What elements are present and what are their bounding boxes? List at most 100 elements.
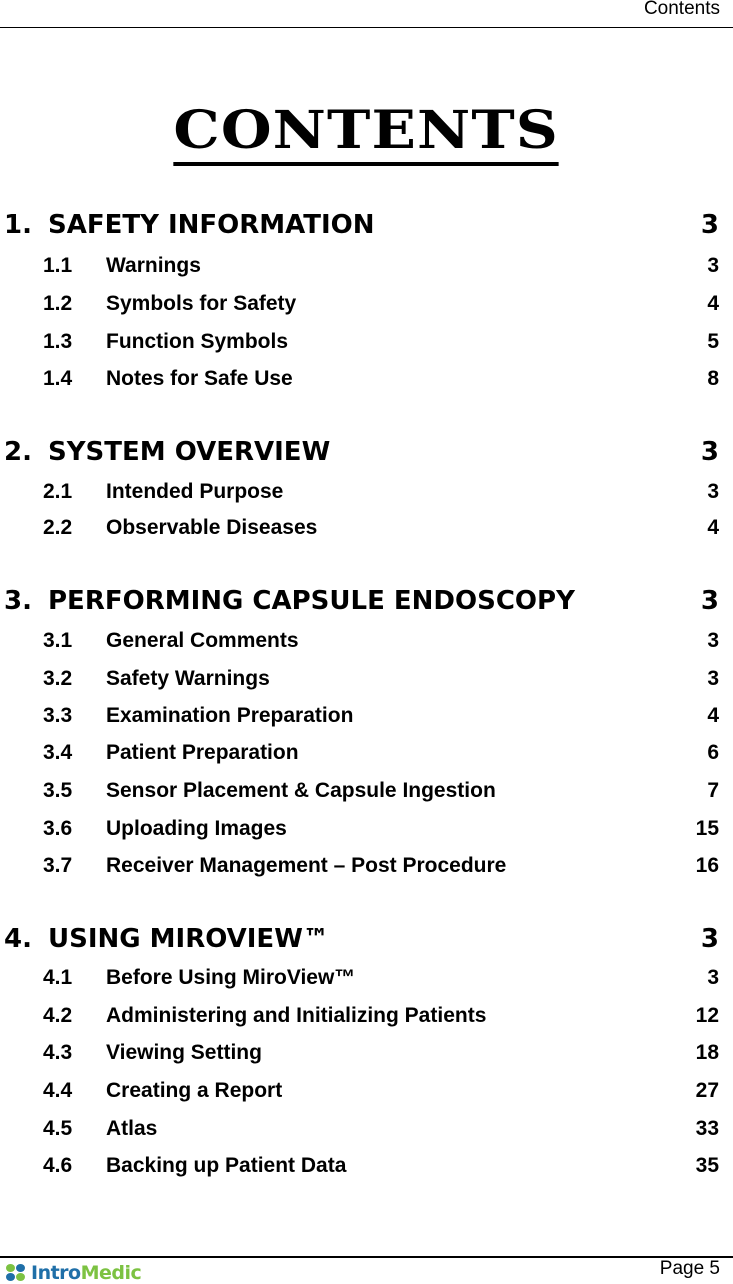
toc-entry[interactable]: 1.2 Symbols for Safety 4 bbox=[43, 292, 719, 318]
toc-section[interactable]: 4. USING MIROVIEW™ 3 bbox=[4, 924, 719, 956]
entry-page: 16 bbox=[695, 854, 719, 877]
intromedic-logo: Intro Medic bbox=[6, 1262, 142, 1284]
entry-number: 3.2 bbox=[43, 667, 73, 690]
section-page: 3 bbox=[700, 210, 719, 240]
entry-page: 3 bbox=[707, 254, 719, 277]
entry-number: 3.4 bbox=[43, 741, 73, 764]
entry-title: Uploading Images bbox=[106, 817, 287, 840]
entry-number: 3.1 bbox=[43, 629, 73, 652]
entry-number: 1.4 bbox=[43, 367, 73, 390]
page-title: CONTENTS bbox=[0, 100, 733, 166]
section-number: 4. bbox=[4, 924, 32, 954]
entry-page: 3 bbox=[707, 629, 719, 652]
clover-logo-icon bbox=[6, 1264, 28, 1282]
entry-page: 33 bbox=[695, 1117, 719, 1140]
entry-page: 27 bbox=[695, 1079, 719, 1102]
entry-title: General Comments bbox=[106, 629, 299, 652]
running-header-title: Contents bbox=[643, 0, 720, 19]
entry-page: 4 bbox=[707, 516, 719, 539]
logo-text-medic: Medic bbox=[80, 1262, 142, 1284]
entry-page: 3 bbox=[707, 667, 719, 690]
section-number: 3. bbox=[4, 586, 32, 616]
entry-number: 3.6 bbox=[43, 817, 73, 840]
entry-number: 1.2 bbox=[43, 292, 73, 315]
section-title: USING MIROVIEW™ bbox=[48, 924, 329, 954]
entry-number: 3.5 bbox=[43, 779, 73, 802]
entry-number: 3.7 bbox=[43, 854, 73, 877]
entry-title: Warnings bbox=[106, 254, 201, 277]
entry-page: 4 bbox=[707, 292, 719, 315]
page-title-text: CONTENTS bbox=[173, 100, 560, 166]
entry-page: 35 bbox=[695, 1154, 719, 1177]
section-number: 2. bbox=[4, 437, 32, 467]
entry-title: Sensor Placement & Capsule Ingestion bbox=[106, 779, 496, 802]
entry-page: 8 bbox=[707, 367, 719, 390]
logo-text-intro: Intro bbox=[31, 1262, 81, 1284]
toc-entry[interactable]: 3.6 Uploading Images 15 bbox=[43, 817, 719, 843]
toc-entry[interactable]: 4.1 Before Using MiroView™ 3 bbox=[43, 966, 719, 992]
footer-divider bbox=[0, 1256, 733, 1258]
entry-title: Safety Warnings bbox=[106, 667, 270, 690]
toc-entry[interactable]: 1.4 Notes for Safe Use 8 bbox=[43, 367, 719, 393]
entry-title: Examination Preparation bbox=[106, 704, 354, 727]
toc-entry[interactable]: 4.5 Atlas 33 bbox=[43, 1117, 719, 1143]
entry-number: 4.1 bbox=[43, 966, 73, 989]
toc-section[interactable]: 2. SYSTEM OVERVIEW 3 bbox=[4, 437, 719, 469]
page-number: Page 5 bbox=[659, 1258, 720, 1279]
section-title: PERFORMING CAPSULE ENDOSCOPY bbox=[48, 586, 575, 616]
entry-title: Viewing Setting bbox=[106, 1041, 262, 1064]
entry-number: 4.4 bbox=[43, 1079, 73, 1102]
entry-page: 12 bbox=[695, 1004, 719, 1027]
entry-title: Before Using MiroView™ bbox=[106, 966, 356, 989]
section-page: 3 bbox=[700, 437, 719, 467]
entry-page: 3 bbox=[707, 966, 719, 989]
entry-title: Notes for Safe Use bbox=[106, 367, 293, 390]
entry-title: Patient Preparation bbox=[106, 741, 299, 764]
entry-number: 1.3 bbox=[43, 330, 73, 353]
section-title: SYSTEM OVERVIEW bbox=[48, 437, 331, 467]
toc-entry[interactable]: 1.1 Warnings 3 bbox=[43, 254, 719, 280]
entry-number: 3.3 bbox=[43, 704, 73, 727]
entry-number: 4.6 bbox=[43, 1154, 73, 1177]
toc-entry[interactable]: 2.1 Intended Purpose 3 bbox=[43, 480, 719, 506]
entry-number: 4.5 bbox=[43, 1117, 73, 1140]
entry-page: 4 bbox=[707, 704, 719, 727]
section-number: 1. bbox=[4, 210, 32, 240]
toc-section[interactable]: 3. PERFORMING CAPSULE ENDOSCOPY 3 bbox=[4, 586, 719, 618]
entry-page: 18 bbox=[695, 1041, 719, 1064]
section-page: 3 bbox=[700, 924, 719, 954]
entry-title: Observable Diseases bbox=[106, 516, 318, 539]
entry-title: Creating a Report bbox=[106, 1079, 283, 1102]
section-page: 3 bbox=[700, 586, 719, 616]
entry-title: Atlas bbox=[106, 1117, 158, 1140]
entry-title: Administering and Initializing Patients bbox=[106, 1004, 487, 1027]
header-divider bbox=[0, 27, 733, 28]
toc-entry[interactable]: 4.4 Creating a Report 27 bbox=[43, 1079, 719, 1105]
toc-entry[interactable]: 2.2 Observable Diseases 4 bbox=[43, 516, 719, 542]
toc-entry[interactable]: 3.7 Receiver Management – Post Procedure… bbox=[43, 854, 719, 880]
toc-entry[interactable]: 4.2 Administering and Initializing Patie… bbox=[43, 1004, 719, 1030]
entry-number: 1.1 bbox=[43, 254, 73, 277]
toc-entry[interactable]: 3.2 Safety Warnings 3 bbox=[43, 667, 719, 693]
entry-number: 4.3 bbox=[43, 1041, 73, 1064]
entry-number: 4.2 bbox=[43, 1004, 73, 1027]
entry-page: 5 bbox=[707, 330, 719, 353]
toc-entry[interactable]: 4.6 Backing up Patient Data 35 bbox=[43, 1154, 719, 1180]
entry-title: Receiver Management – Post Procedure bbox=[106, 854, 507, 877]
toc-entry[interactable]: 3.1 General Comments 3 bbox=[43, 629, 719, 655]
entry-page: 7 bbox=[707, 779, 719, 802]
entry-number: 2.2 bbox=[43, 516, 73, 539]
toc-entry[interactable]: 1.3 Function Symbols 5 bbox=[43, 330, 719, 356]
toc-entry[interactable]: 3.5 Sensor Placement & Capsule Ingestion… bbox=[43, 779, 719, 805]
toc-entry[interactable]: 4.3 Viewing Setting 18 bbox=[43, 1041, 719, 1067]
section-title: SAFETY INFORMATION bbox=[48, 210, 375, 240]
entry-page: 15 bbox=[695, 817, 719, 840]
entry-title: Function Symbols bbox=[106, 330, 289, 353]
toc-section[interactable]: 1. SAFETY INFORMATION 3 bbox=[4, 210, 719, 242]
toc-entry[interactable]: 3.3 Examination Preparation 4 bbox=[43, 704, 719, 730]
entry-page: 3 bbox=[707, 480, 719, 503]
entry-title: Backing up Patient Data bbox=[106, 1154, 347, 1177]
entry-title: Intended Purpose bbox=[106, 480, 284, 503]
entry-title: Symbols for Safety bbox=[106, 292, 297, 315]
toc-entry[interactable]: 3.4 Patient Preparation 6 bbox=[43, 741, 719, 767]
